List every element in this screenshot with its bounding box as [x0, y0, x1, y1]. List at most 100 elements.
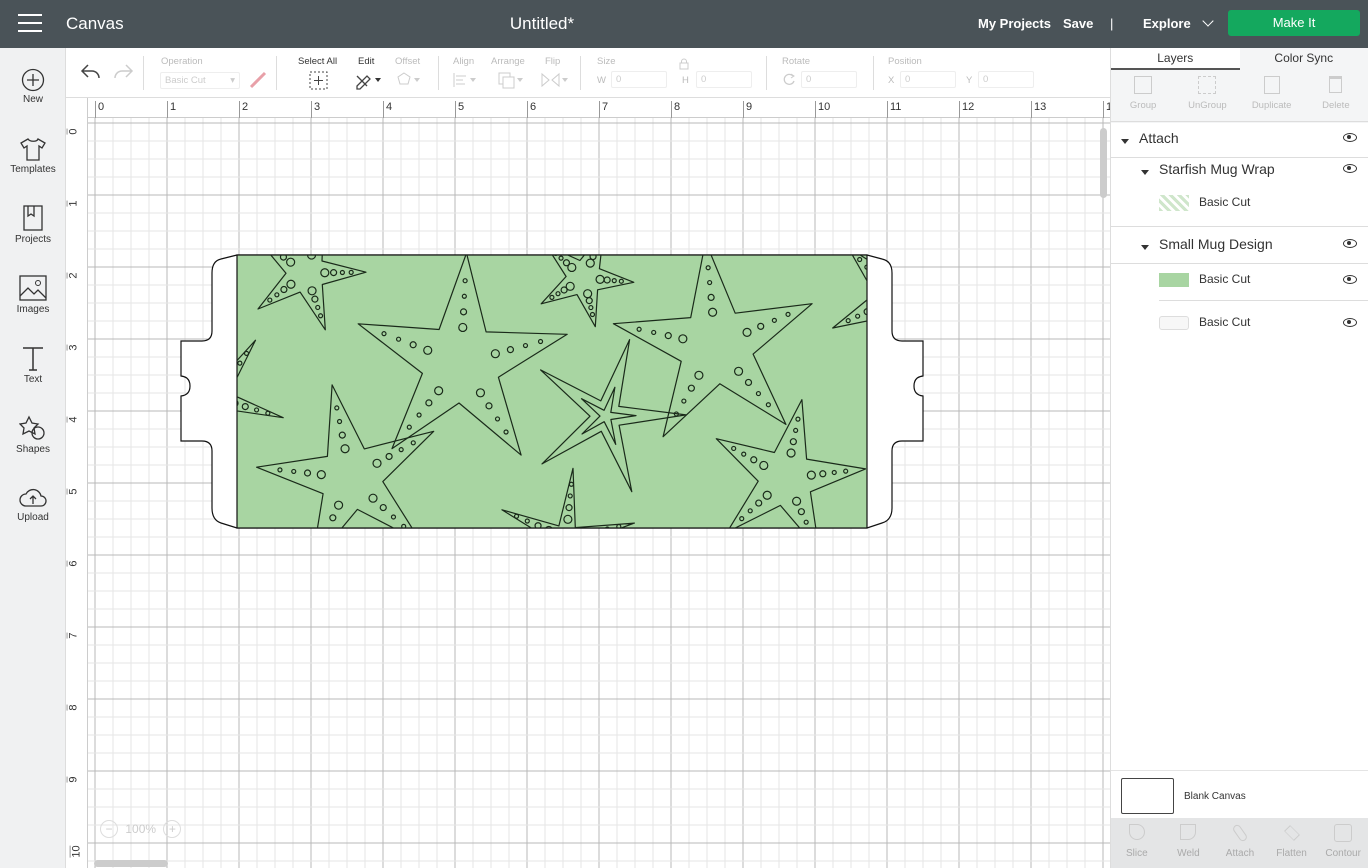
operation-select[interactable]: Basic Cut ▾: [160, 72, 240, 89]
contour-button[interactable]: Contour: [1317, 818, 1368, 868]
starfish-dot: [550, 548, 558, 556]
x-input[interactable]: 0: [900, 71, 956, 88]
eye-icon[interactable]: [1343, 318, 1357, 327]
eye-icon[interactable]: [1343, 133, 1357, 142]
attach-button[interactable]: Attach: [1214, 818, 1266, 868]
sidebar-item-text[interactable]: Text: [0, 344, 66, 385]
sidebar-item-projects[interactable]: Projects: [0, 204, 66, 245]
ungroup-button[interactable]: UnGroup: [1175, 70, 1239, 121]
duplicate-button[interactable]: Duplicate: [1240, 70, 1304, 121]
starfish-dot: [895, 315, 903, 323]
weld-button[interactable]: Weld: [1163, 818, 1215, 868]
flip-label: Flip: [545, 56, 561, 67]
starfish-dot: [946, 306, 950, 310]
my-projects-link[interactable]: My Projects: [978, 16, 1051, 31]
starfish-dot: [163, 414, 167, 418]
shapes-icon: [19, 415, 45, 440]
ruler-tick-label: 14: [1103, 101, 1110, 118]
explore-label: Explore: [1143, 16, 1191, 31]
layer-name: Attach: [1139, 130, 1179, 146]
ruler-tick-label: 1: [66, 200, 80, 207]
y-input[interactable]: 0: [978, 71, 1034, 88]
undo-icon[interactable]: [80, 62, 102, 82]
ruler-tick-label: 9: [743, 101, 752, 118]
blank-canvas-swatch[interactable]: [1121, 778, 1174, 814]
layer-item[interactable]: Basic Cut: [1111, 189, 1368, 227]
sidebar-item-shapes[interactable]: Shapes: [0, 414, 66, 455]
height-input[interactable]: 0: [696, 71, 752, 88]
rotate-input[interactable]: 0: [801, 71, 857, 88]
starfish-dot: [317, 228, 321, 232]
project-title: Untitled*: [509, 14, 575, 33]
offset-icon[interactable]: [396, 71, 422, 89]
linetype-color-swatch[interactable]: [248, 70, 268, 90]
sidebar-item-new[interactable]: New: [0, 68, 66, 105]
select-all-icon[interactable]: [309, 71, 329, 91]
layers-panel: Layers Color Sync Group UnGroup Duplicat…: [1110, 48, 1368, 868]
ruler-tick-label: 4: [383, 101, 392, 118]
make-it-button[interactable]: Make It: [1228, 10, 1360, 36]
tab-color-sync[interactable]: Color Sync: [1240, 48, 1368, 70]
starfish-dot: [528, 576, 532, 580]
delete-button[interactable]: Delete: [1304, 70, 1368, 121]
flip-icon[interactable]: [540, 71, 570, 89]
flatten-button[interactable]: Flatten: [1266, 818, 1318, 868]
sidebar-item-templates[interactable]: Templates: [0, 136, 66, 175]
vertical-scrollbar[interactable]: [1100, 128, 1107, 198]
caret-down-icon[interactable]: [1141, 245, 1149, 254]
zoom-out-button[interactable]: −: [100, 820, 118, 838]
starfish-dot: [913, 298, 921, 306]
trash-icon: [1329, 76, 1343, 93]
caret-down-icon[interactable]: [1121, 139, 1129, 148]
align-icon[interactable]: [452, 71, 478, 89]
design-canvas[interactable]: 01234567891011121314 012345678910 − 100%…: [66, 98, 1110, 868]
eye-icon[interactable]: [1343, 164, 1357, 173]
layer-item[interactable]: Basic Cut: [1159, 308, 1368, 344]
lock-icon[interactable]: [678, 58, 690, 70]
group-icon: [1134, 76, 1153, 94]
caret-down-icon[interactable]: [1141, 170, 1149, 179]
redo-icon[interactable]: [112, 62, 134, 82]
horizontal-scrollbar[interactable]: [94, 860, 168, 867]
explore-dropdown[interactable]: Explore: [1143, 15, 1214, 31]
tab-layers[interactable]: Layers: [1111, 48, 1240, 70]
layer-thumbnail: [1159, 195, 1189, 211]
weld-label: Weld: [1177, 848, 1200, 859]
slice-label: Slice: [1125, 848, 1148, 859]
layer-name: Starfish Mug Wrap: [1159, 161, 1275, 177]
eye-icon[interactable]: [1343, 239, 1357, 248]
edit-icon[interactable]: [354, 70, 382, 90]
group-button[interactable]: Group: [1111, 70, 1175, 121]
layer-starfish-mug-wrap[interactable]: Starfish Mug Wrap: [1111, 159, 1368, 189]
select-all-label: Select All: [298, 56, 338, 67]
layer-item[interactable]: Basic Cut: [1159, 265, 1368, 301]
blank-canvas-row[interactable]: Blank Canvas: [1111, 770, 1368, 820]
layer-group-attach[interactable]: Attach: [1111, 128, 1368, 158]
starfish-dot: [578, 561, 584, 567]
save-link[interactable]: Save: [1063, 16, 1093, 31]
ruler-tick-label: 6: [66, 560, 80, 567]
x-label: X: [888, 75, 895, 86]
layer-small-mug-design[interactable]: Small Mug Design: [1111, 234, 1368, 264]
ruler-tick-label: 1: [167, 101, 176, 118]
ruler-tick-label: 7: [66, 632, 80, 639]
slice-button[interactable]: Slice: [1111, 818, 1163, 868]
sidebar-label: New: [22, 94, 43, 105]
arrange-icon[interactable]: [497, 71, 525, 91]
sidebar-item-upload[interactable]: Upload: [0, 486, 66, 523]
sidebar-item-images[interactable]: Images: [0, 274, 66, 315]
mug-wrap-design[interactable]: [66, 98, 1110, 868]
width-input[interactable]: 0: [611, 71, 667, 88]
starfish-dot: [914, 259, 918, 263]
arrange-label: Arrange: [491, 56, 525, 67]
zoom-in-button[interactable]: +: [163, 820, 182, 838]
chevron-down-icon: [1202, 15, 1214, 27]
starfish-dot: [902, 275, 910, 283]
ruler-tick-label: 2: [239, 101, 248, 118]
eye-icon[interactable]: [1343, 275, 1357, 284]
starfish-dot: [604, 526, 610, 528]
image-icon: [19, 275, 47, 301]
ruler-tick-label: 10: [815, 101, 830, 118]
contour-label: Contour: [1325, 848, 1361, 859]
vertical-ruler: 0 1 2 3 4 5 6 7 8 9 10: [66, 98, 88, 868]
